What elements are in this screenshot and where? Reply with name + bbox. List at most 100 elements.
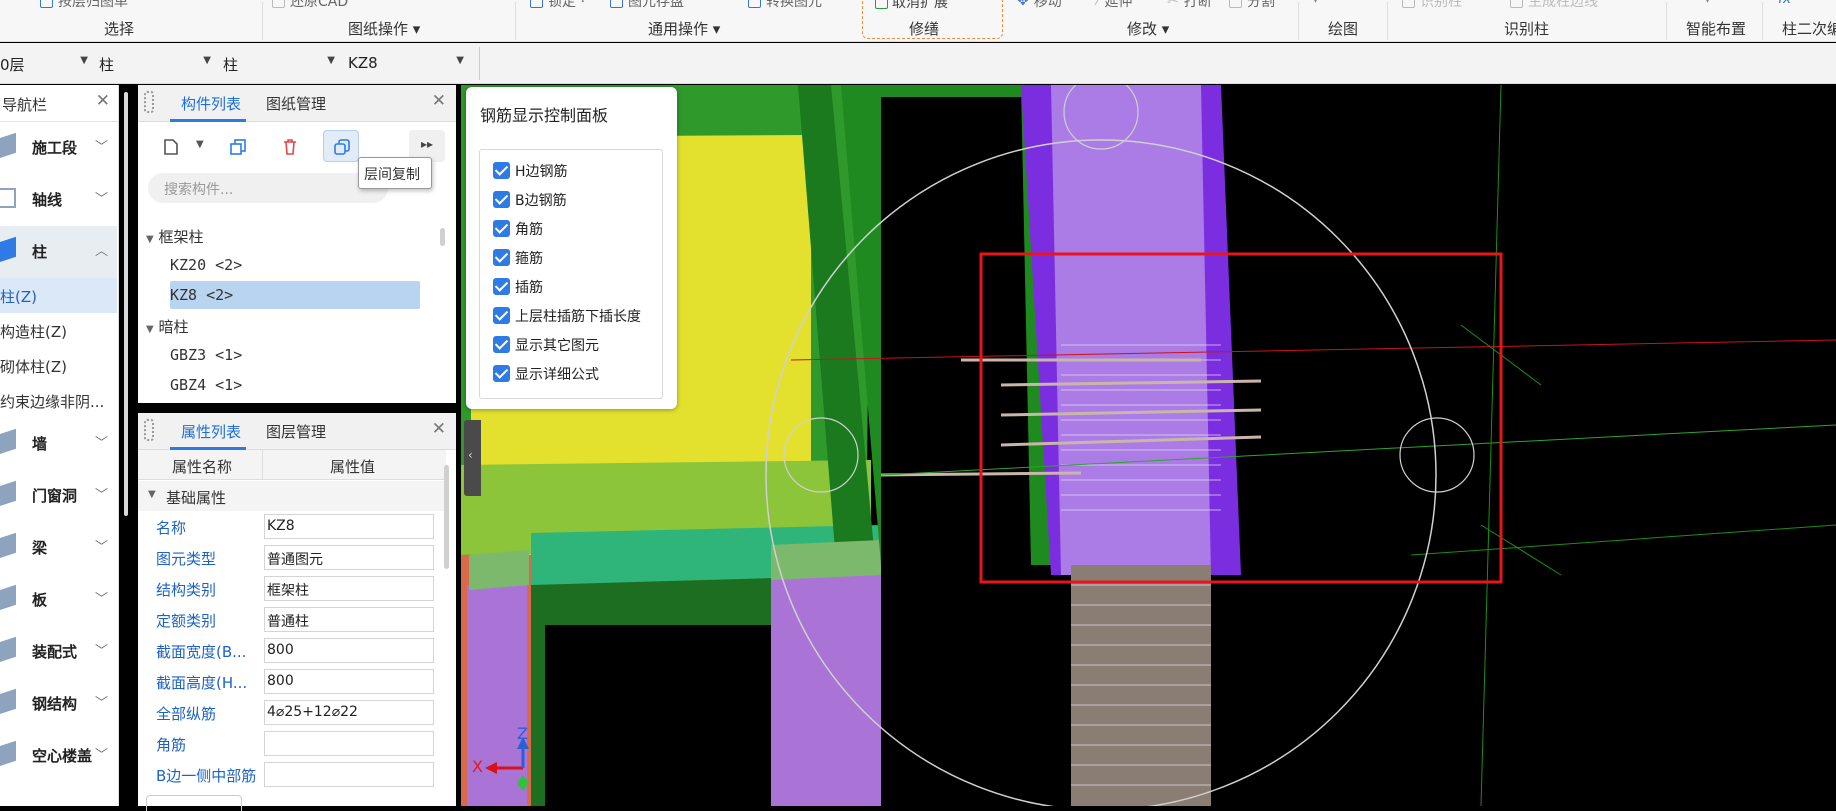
axis-label-x: X	[472, 757, 483, 776]
group-label-common: 通用操作 ▾	[648, 20, 721, 38]
repair-group-highlight[interactable]: 取消扩展 修缮	[862, 0, 1003, 39]
column-icon	[0, 236, 16, 264]
nav-item-column[interactable]: 柱 ︿	[0, 226, 117, 278]
member-dropdown[interactable]: KZ8 ▼	[348, 49, 470, 77]
group-label-draw: 绘图	[1328, 20, 1359, 38]
filter-divider	[479, 47, 480, 80]
nav-sub-item-column[interactable]: 柱(Z)	[0, 278, 117, 313]
nav-item-axis[interactable]: 轴线 ﹀	[0, 174, 117, 226]
property-value-field[interactable]: KZ8	[264, 514, 434, 539]
component-list-panel: 构件列表 图纸管理 ✕ ▼ ▸▸ 搜索构件... ▼ 框架柱 KZ20 <2> …	[138, 85, 456, 403]
tree-item-gbz4[interactable]: GBZ4 <1>	[170, 371, 410, 399]
property-row[interactable]: 名称 KZ8	[138, 511, 434, 542]
nav-item-beam[interactable]: 梁 ﹀	[0, 522, 117, 574]
prefab-icon	[0, 636, 16, 664]
property-row[interactable]: 截面宽度(B... 800	[138, 635, 434, 666]
trash-icon	[284, 139, 296, 155]
delete-button[interactable]	[271, 130, 307, 162]
property-row[interactable]: 截面高度(H... 800	[138, 666, 434, 697]
ribbon-group-smart[interactable]: ▾ 智能布置	[1668, 0, 1758, 42]
nav-sub-item-masonry-column[interactable]: 砌体柱(Z)	[0, 348, 117, 383]
nav-item-door-window[interactable]: 门窗洞 ﹀	[0, 470, 117, 522]
property-value-field[interactable]: 800	[264, 638, 434, 663]
ribbon-group-draw[interactable]: ▾ 绘图	[1300, 0, 1386, 42]
floor-copy-tooltip: 层间复制	[358, 157, 432, 189]
nav-item-construction-section[interactable]: 施工段 ﹀	[0, 122, 117, 174]
property-value-field[interactable]: 普通柱	[264, 607, 434, 632]
ribbon-divider	[515, 2, 516, 40]
tab-component-list[interactable]: 构件列表	[181, 93, 241, 114]
nav-item-prefab[interactable]: 装配式 ﹀	[0, 626, 117, 678]
ribbon-group-modify[interactable]: ✥ 移动 ⁄ 延伸 ✂ 打断 分割 修改 ▾	[1015, 0, 1285, 42]
tab-property-list[interactable]: 属性列表	[181, 421, 241, 442]
tab-drawing-management[interactable]: 图纸管理	[266, 93, 326, 114]
nav-item-hollow-floor[interactable]: 空心楼盖 ﹀	[0, 730, 117, 782]
property-row[interactable]: 定额类别 普通柱	[138, 604, 434, 635]
chevron-down-icon: ﹀	[95, 488, 109, 503]
chevron-down-icon: ﹀	[95, 748, 109, 763]
nav-title: 导航栏	[2, 96, 48, 114]
nav-sub-item-constraint-edge[interactable]: 约束边缘非阴...	[0, 383, 117, 418]
property-value-field[interactable]	[264, 762, 434, 787]
tree-item-kz20[interactable]: KZ20 <2>	[170, 251, 410, 279]
floor-copy-button[interactable]	[323, 130, 359, 162]
collapse-panel-handle[interactable]: ‹	[464, 420, 481, 496]
tree-item-gbz3[interactable]: GBZ3 <1>	[170, 341, 410, 369]
nav-item-wall[interactable]: 墙 ﹀	[0, 418, 117, 470]
property-row[interactable]: 图元类型 普通图元	[138, 542, 434, 573]
ribbon-group-select[interactable]: 按层归图单 选择	[40, 0, 240, 42]
axis-grid-icon	[0, 188, 16, 208]
purple-column-mid	[771, 550, 881, 806]
copy-button[interactable]	[219, 130, 255, 162]
nav-item-steel-structure[interactable]: 钢结构 ﹀	[0, 678, 117, 730]
property-group-basic[interactable]: ▼ 基础属性	[138, 481, 446, 511]
chevron-down-icon: ﹀	[95, 644, 109, 659]
tab-layer-management[interactable]: 图层管理	[266, 421, 326, 442]
close-icon[interactable]: ✕	[96, 91, 110, 111]
convert-element-icon	[748, 0, 761, 8]
category-dropdown[interactable]: 柱 ▼	[99, 49, 217, 77]
close-icon[interactable]: ✕	[432, 91, 446, 111]
search-component-input[interactable]: 搜索构件...	[148, 173, 388, 203]
ribbon-group-drawing[interactable]: 还原CAD 图纸操作 ▾	[272, 0, 512, 42]
chevron-down-icon: ﹀	[95, 592, 109, 607]
ribbon-group-secondary[interactable]: fx 柱二次编	[1766, 0, 1836, 42]
tree-category-frame-column[interactable]: ▼ 框架柱	[146, 221, 406, 249]
floor-dropdown[interactable]: 0层 ▼	[0, 49, 94, 77]
ribbon-divider	[1387, 2, 1388, 40]
component-list-scrollbar[interactable]	[440, 228, 445, 246]
property-row[interactable]: B边一侧中部筋	[138, 759, 434, 790]
property-value-field[interactable]	[264, 731, 434, 756]
nav-sub-item-constructional-column[interactable]: 构造柱(Z)	[0, 313, 117, 348]
ribbon-group-recognize[interactable]: 识别柱 生成柱边线 识别柱	[1392, 0, 1662, 42]
dropdown-arrow-icon[interactable]: ▼	[196, 139, 204, 150]
layer-select-icon	[40, 0, 53, 8]
column-header-name: 属性名称	[172, 458, 233, 476]
property-row[interactable]: 角筋	[138, 728, 434, 759]
property-value-field[interactable]: 800	[264, 669, 434, 694]
nav-item-slab[interactable]: 板 ﹀	[0, 574, 117, 626]
checkbox-checked-icon	[493, 162, 510, 179]
rebar-options-group	[479, 149, 663, 399]
property-value-field[interactable]: 框架柱	[264, 576, 434, 601]
property-scrollbar[interactable]	[444, 465, 449, 569]
tree-category-hidden-column[interactable]: ▼ 暗柱	[146, 311, 406, 339]
ribbon-group-common[interactable]: 锁定 · 图元存盘 转换图元 通用操作 ▾	[528, 0, 858, 42]
active-tab-indicator	[170, 119, 246, 122]
property-row[interactable]: 全部纵筋 4⌀25+12⌀22	[138, 697, 434, 728]
draw-point-icon: ▾	[1312, 0, 1319, 7]
pin-icon[interactable]	[144, 419, 154, 441]
close-icon[interactable]: ✕	[432, 419, 446, 439]
smart-layout-icon: ▾	[1704, 0, 1711, 7]
pin-icon[interactable]	[144, 91, 154, 113]
new-component-button[interactable]	[152, 130, 188, 162]
property-row[interactable]: 结构类别 框架柱	[138, 573, 434, 604]
property-value-field[interactable]: 4⌀25+12⌀22	[264, 700, 434, 725]
tree-item-kz8[interactable]: KZ8 <2>	[170, 281, 420, 309]
nav-scrollbar[interactable]	[124, 92, 128, 516]
column-header-value: 属性值	[330, 458, 376, 476]
chevron-left-icon: ‹	[468, 448, 473, 462]
footer-button[interactable]	[146, 795, 242, 811]
type-dropdown[interactable]: 柱 ▼	[223, 49, 341, 77]
property-value-field[interactable]: 普通图元	[264, 545, 434, 570]
